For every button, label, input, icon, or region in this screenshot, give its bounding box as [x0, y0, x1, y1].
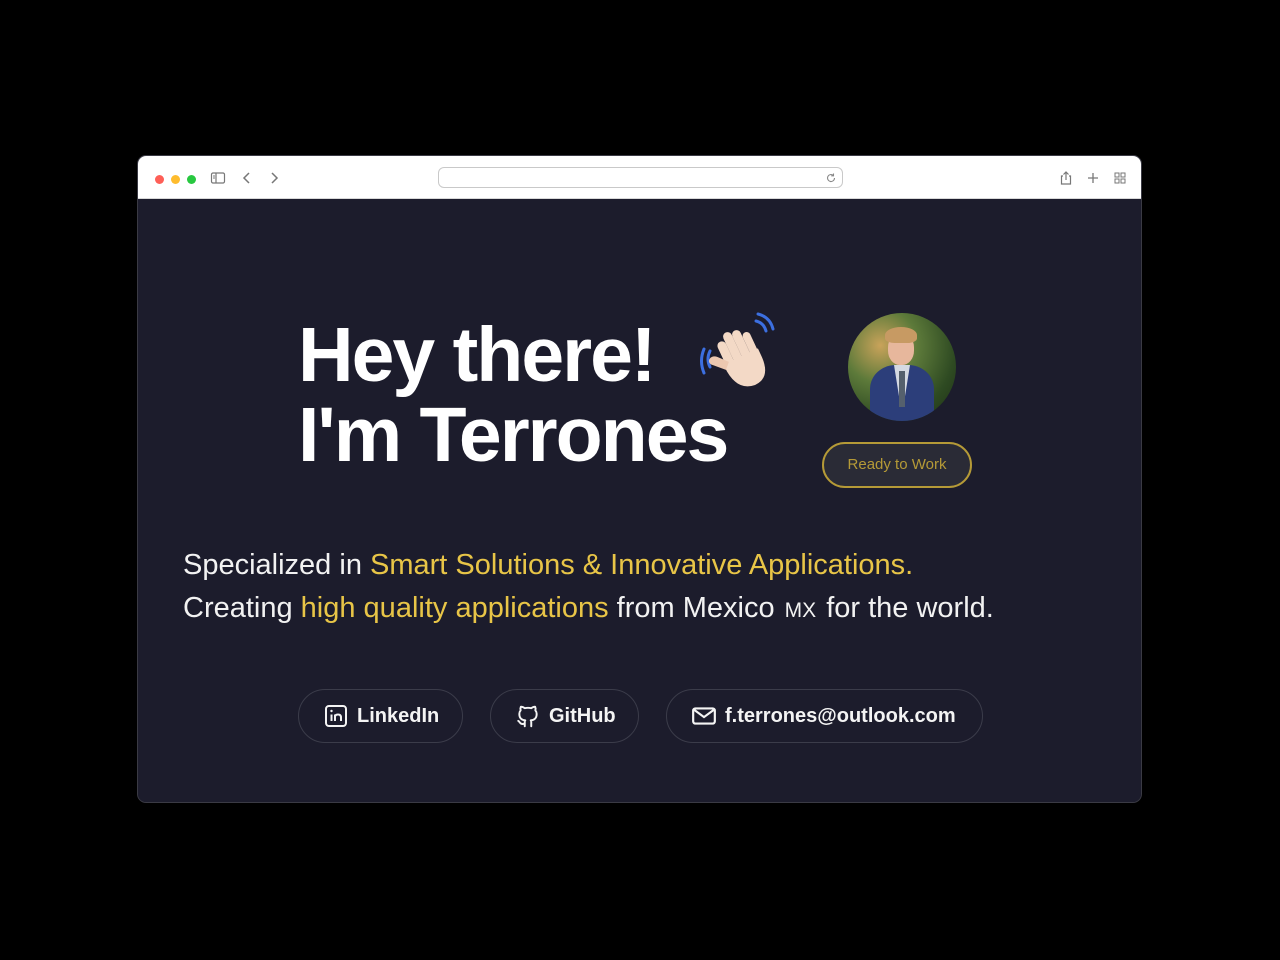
- hero-greeting: Hey there!: [298, 312, 657, 398]
- close-window-button[interactable]: [155, 175, 164, 184]
- hero-name: I'm Terrones: [298, 392, 729, 478]
- github-icon: [515, 703, 541, 729]
- github-label: GitHub: [549, 705, 616, 727]
- tagline-middle: from Mexico: [608, 592, 783, 624]
- reload-icon[interactable]: [825, 171, 837, 183]
- hero-heading: Hey there! I'm Terrones: [298, 312, 729, 478]
- tagline-highlight-2: high quality applications: [300, 592, 609, 624]
- linkedin-link[interactable]: LinkedIn: [298, 689, 463, 743]
- linkedin-icon: [323, 703, 349, 729]
- address-bar[interactable]: [438, 167, 843, 188]
- new-tab-icon[interactable]: [1085, 170, 1103, 188]
- browser-window: Hey there! I'm Terrones Ready to Work Sp…: [138, 156, 1141, 802]
- ready-to-work-button[interactable]: Ready to Work: [822, 442, 972, 488]
- github-link[interactable]: GitHub: [490, 689, 639, 743]
- back-icon[interactable]: [239, 170, 257, 188]
- waving-hand-icon: [700, 311, 784, 395]
- tagline: Specialized in Smart Solutions & Innovat…: [183, 544, 1133, 632]
- tagline-highlight-1: Smart Solutions & Innovative Application…: [370, 549, 914, 581]
- email-label: f.terrones@outlook.com: [725, 705, 956, 727]
- tagline-line-1: Specialized in Smart Solutions & Innovat…: [183, 544, 1133, 587]
- mexico-flag-icon: MX: [784, 599, 817, 622]
- avatar: [848, 313, 956, 421]
- tagline-line-2: Creating high quality applications from …: [183, 587, 1133, 632]
- tagline-prefix-2: Creating: [183, 592, 301, 624]
- share-icon[interactable]: [1058, 170, 1076, 188]
- browser-toolbar: [138, 156, 1141, 199]
- tagline-suffix: for the world.: [818, 592, 994, 624]
- forward-icon[interactable]: [266, 170, 284, 188]
- tagline-prefix-1: Specialized in: [183, 549, 370, 581]
- minimize-window-button[interactable]: [171, 175, 180, 184]
- linkedin-label: LinkedIn: [357, 705, 440, 727]
- email-link[interactable]: f.terrones@outlook.com: [666, 689, 983, 743]
- sidebar-toggle-icon[interactable]: [210, 170, 228, 188]
- page-content: Hey there! I'm Terrones Ready to Work Sp…: [138, 199, 1141, 802]
- maximize-window-button[interactable]: [187, 175, 196, 184]
- tab-overview-icon[interactable]: [1112, 170, 1130, 188]
- mail-icon: [691, 703, 717, 729]
